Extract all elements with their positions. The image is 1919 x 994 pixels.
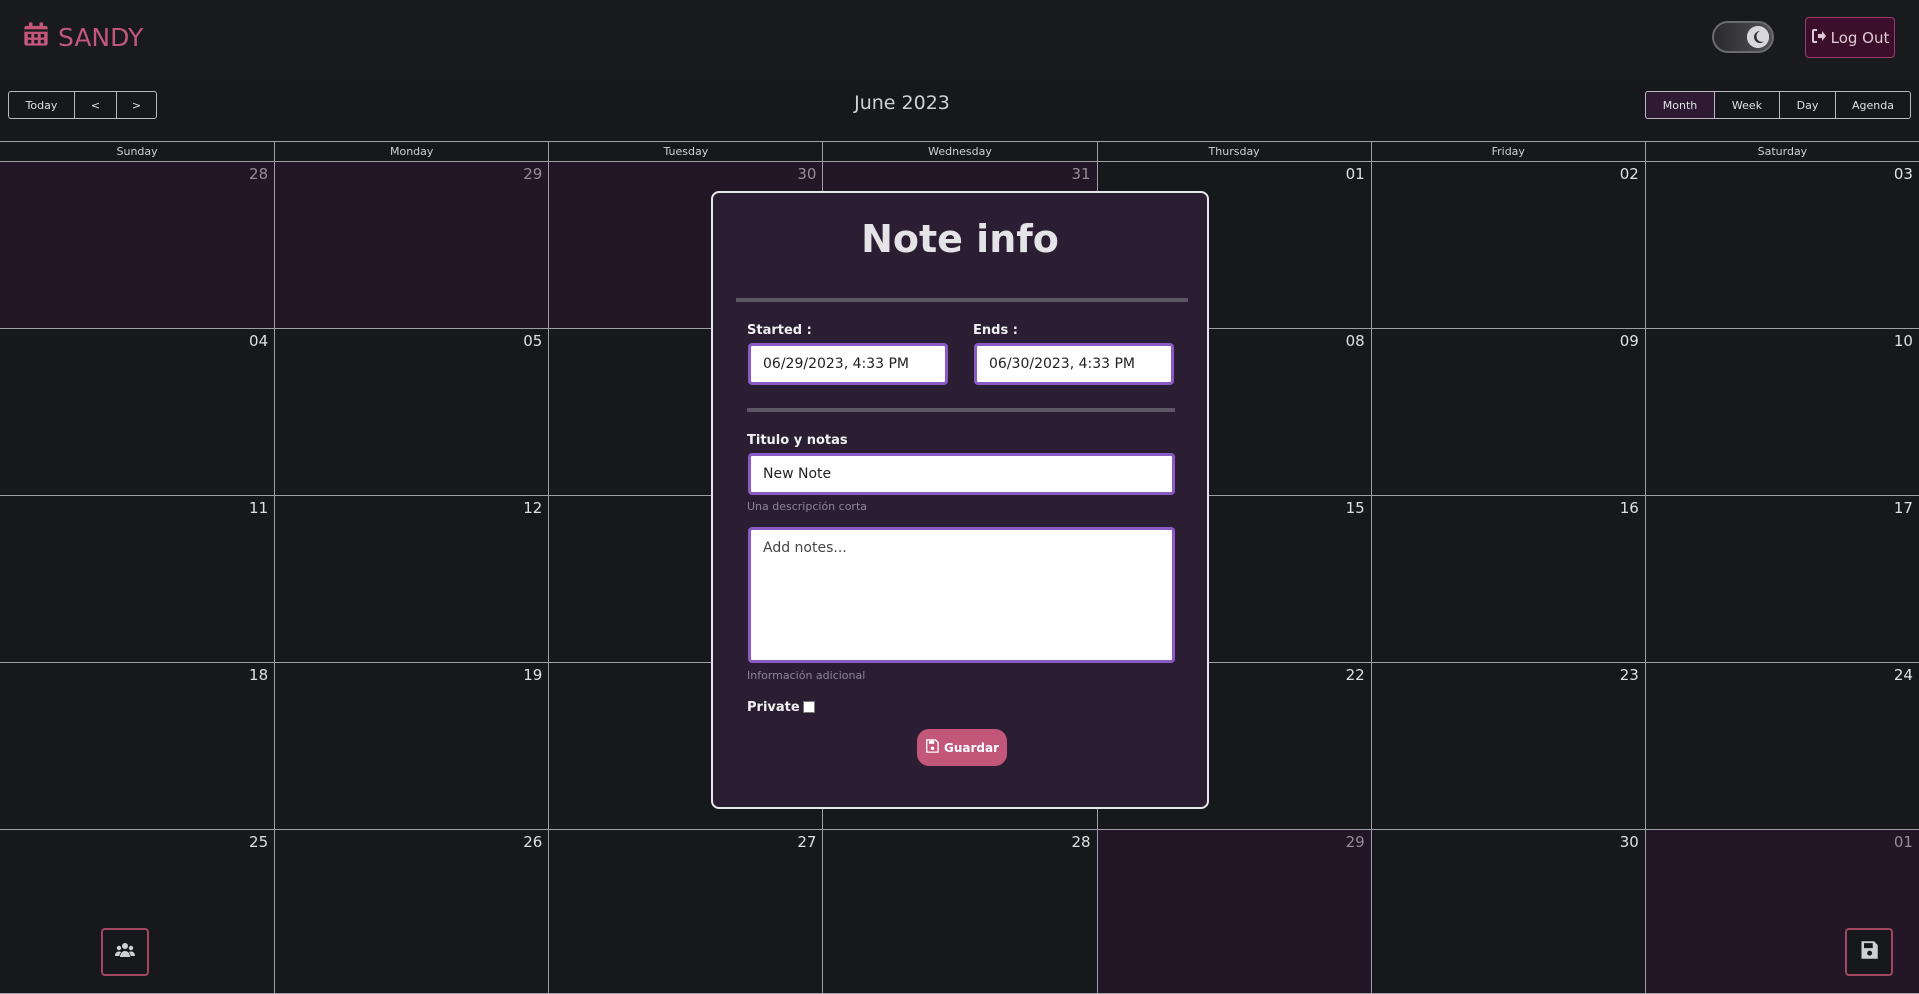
logout-label: Log Out bbox=[1830, 28, 1890, 47]
period-title: June 2023 bbox=[854, 92, 950, 114]
weekday-label: Saturday bbox=[1644, 142, 1919, 161]
day-cell[interactable]: 28 bbox=[0, 162, 275, 329]
day-number[interactable]: 03 bbox=[1894, 165, 1913, 183]
day-number[interactable]: 15 bbox=[1346, 499, 1365, 517]
day-cell[interactable]: 30 bbox=[1370, 830, 1645, 994]
day-number[interactable]: 11 bbox=[249, 499, 268, 517]
private-checkbox[interactable] bbox=[803, 701, 815, 713]
day-number[interactable]: 25 bbox=[249, 833, 268, 851]
title-divider bbox=[736, 298, 1188, 302]
weekday-label: Thursday bbox=[1096, 142, 1371, 161]
day-cell[interactable]: 24 bbox=[1644, 663, 1919, 830]
day-number[interactable]: 04 bbox=[249, 332, 268, 350]
started-input[interactable]: 06/29/2023, 4:33 PM bbox=[748, 343, 948, 385]
view-week-button[interactable]: Week bbox=[1714, 91, 1780, 119]
moon-icon bbox=[1747, 26, 1769, 48]
save-floating-button[interactable] bbox=[1845, 928, 1893, 976]
weekday-label: Sunday bbox=[116, 145, 158, 158]
users-icon bbox=[115, 940, 135, 964]
day-number[interactable]: 02 bbox=[1620, 165, 1639, 183]
view-button-group: Month Week Day Agenda bbox=[1645, 91, 1911, 119]
day-cell[interactable]: 28 bbox=[822, 830, 1097, 994]
dates-divider bbox=[747, 408, 1175, 412]
day-number[interactable]: 22 bbox=[1346, 666, 1365, 684]
day-number[interactable]: 29 bbox=[523, 165, 542, 183]
theme-toggle[interactable] bbox=[1712, 21, 1774, 53]
view-day-button[interactable]: Day bbox=[1779, 91, 1836, 119]
day-number[interactable]: 28 bbox=[249, 165, 268, 183]
day-cell[interactable]: 29 bbox=[274, 162, 549, 329]
brand-name: SANDY bbox=[58, 22, 144, 52]
day-number[interactable]: 01 bbox=[1894, 833, 1913, 851]
day-cell[interactable]: 02 bbox=[1370, 162, 1645, 329]
day-number[interactable]: 28 bbox=[1071, 833, 1090, 851]
day-cell[interactable]: 26 bbox=[274, 830, 549, 994]
day-number[interactable]: 29 bbox=[1346, 833, 1365, 851]
day-cell[interactable]: 05 bbox=[274, 329, 549, 496]
day-number[interactable]: 31 bbox=[1071, 165, 1090, 183]
sign-out-icon bbox=[1811, 28, 1827, 48]
ends-input[interactable]: 06/30/2023, 4:33 PM bbox=[974, 343, 1174, 385]
day-number[interactable]: 18 bbox=[249, 666, 268, 684]
day-cell[interactable]: 12 bbox=[274, 496, 549, 663]
day-cell[interactable]: 04 bbox=[0, 329, 275, 496]
day-number[interactable]: 24 bbox=[1894, 666, 1913, 684]
weekday-label: Tuesday bbox=[548, 142, 822, 161]
save-icon bbox=[925, 739, 939, 756]
day-cell[interactable]: 09 bbox=[1370, 329, 1645, 496]
day-number[interactable]: 27 bbox=[797, 833, 816, 851]
day-number[interactable]: 01 bbox=[1346, 165, 1365, 183]
day-number[interactable]: 16 bbox=[1620, 499, 1639, 517]
day-cell[interactable]: 18 bbox=[0, 663, 275, 830]
notes-textarea[interactable]: Add notes... bbox=[748, 527, 1175, 663]
save-label: Guardar bbox=[943, 740, 999, 755]
weekday-label: Monday bbox=[274, 142, 548, 161]
brand-logo[interactable]: SANDY bbox=[22, 20, 143, 54]
day-number[interactable]: 10 bbox=[1894, 332, 1913, 350]
title-help-text: Una descripción corta bbox=[747, 500, 868, 513]
day-cell[interactable]: 29 bbox=[1096, 830, 1371, 994]
day-cell[interactable]: 11 bbox=[0, 496, 275, 663]
ends-label: Ends : bbox=[973, 323, 1018, 338]
day-number[interactable]: 30 bbox=[1620, 833, 1639, 851]
save-icon bbox=[1859, 940, 1879, 964]
day-number[interactable]: 05 bbox=[523, 332, 542, 350]
started-label: Started : bbox=[747, 323, 812, 338]
day-cell[interactable]: 27 bbox=[548, 830, 823, 994]
note-info-modal: Note info Started : Ends : 06/29/2023, 4… bbox=[711, 191, 1209, 809]
day-number[interactable]: 12 bbox=[523, 499, 542, 517]
day-cell[interactable]: 19 bbox=[274, 663, 549, 830]
top-navbar: SANDY Log Out bbox=[0, 0, 1919, 80]
users-button[interactable] bbox=[101, 928, 149, 976]
notes-help-text: Información adicional bbox=[747, 669, 866, 682]
day-number[interactable]: 26 bbox=[523, 833, 542, 851]
save-button[interactable]: Guardar bbox=[917, 729, 1007, 766]
day-number[interactable]: 23 bbox=[1620, 666, 1639, 684]
day-number[interactable]: 17 bbox=[1894, 499, 1913, 517]
day-cell[interactable]: 03 bbox=[1644, 162, 1919, 329]
day-number[interactable]: 19 bbox=[523, 666, 542, 684]
day-cell[interactable]: 10 bbox=[1644, 329, 1919, 496]
day-cell[interactable]: 17 bbox=[1644, 496, 1919, 663]
day-cell[interactable]: 23 bbox=[1370, 663, 1645, 830]
view-agenda-button[interactable]: Agenda bbox=[1835, 91, 1911, 119]
weekday-label: Friday bbox=[1370, 142, 1645, 161]
note-title-input[interactable]: New Note bbox=[748, 453, 1175, 495]
calendar-icon bbox=[22, 20, 50, 54]
day-number[interactable]: 30 bbox=[797, 165, 816, 183]
day-cell[interactable]: 16 bbox=[1370, 496, 1645, 663]
view-month-button[interactable]: Month bbox=[1645, 91, 1715, 119]
title-notes-label: Titulo y notas bbox=[747, 433, 848, 448]
weekday-label: Wednesday bbox=[822, 142, 1096, 161]
weekday-header: Sunday Monday Tuesday Wednesday Thursday… bbox=[0, 141, 1919, 162]
day-number[interactable]: 09 bbox=[1620, 332, 1639, 350]
modal-title: Note info bbox=[861, 217, 1059, 261]
logout-button[interactable]: Log Out bbox=[1805, 17, 1895, 58]
day-number[interactable]: 08 bbox=[1346, 332, 1365, 350]
